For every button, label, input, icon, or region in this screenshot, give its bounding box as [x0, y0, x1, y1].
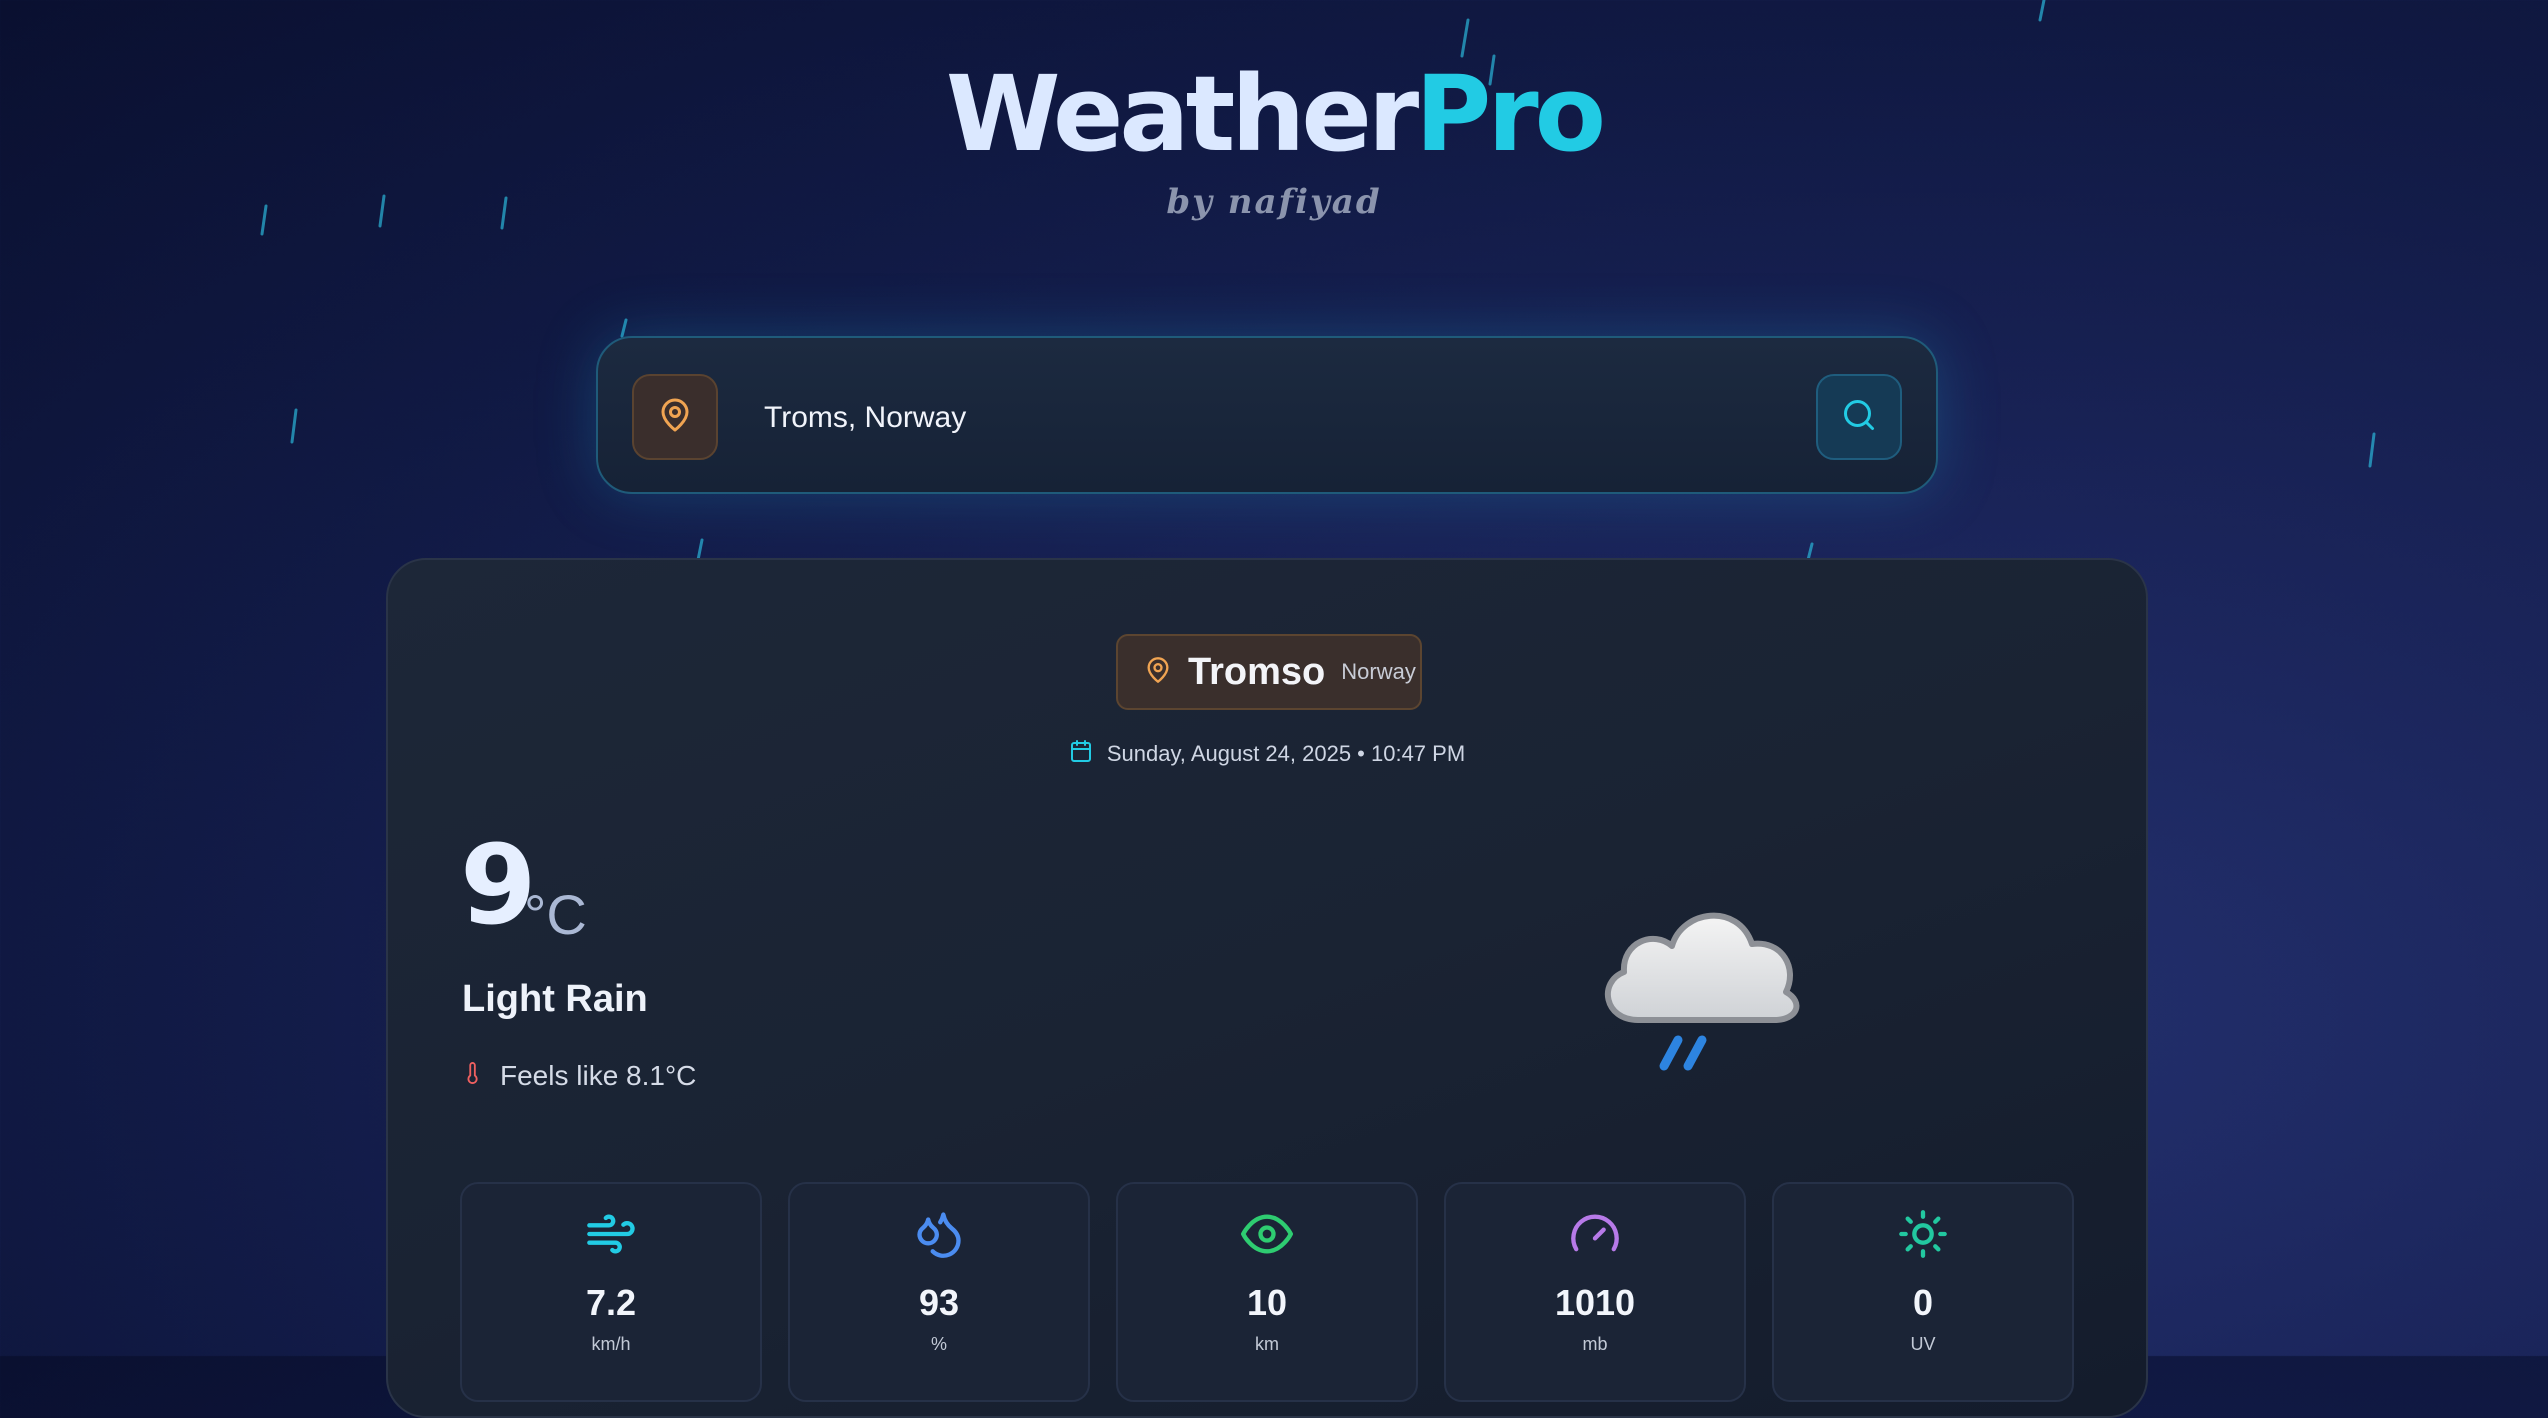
stat-value: 93: [918, 1282, 960, 1323]
date-row: Sunday, August 24, 2025 • 10:47 PM: [388, 734, 2146, 774]
stat-value: 10: [1246, 1282, 1288, 1323]
thermometer-icon: [462, 1057, 484, 1096]
gauge-icon: [1569, 1208, 1621, 1262]
date-time: Sunday, August 24, 2025 • 10:47 PM: [1106, 741, 1466, 766]
use-location-button[interactable]: [632, 374, 718, 460]
feels-like: Feels like 8.1°C: [462, 1054, 696, 1098]
stat-wind: 7.2 km/h: [460, 1182, 762, 1402]
eye-icon: [1241, 1208, 1293, 1262]
stat-pressure: 1010 mb: [1444, 1182, 1746, 1402]
app-title-part1: Weather: [945, 53, 1419, 175]
map-pin-icon: [1144, 656, 1172, 688]
search-bar: [596, 336, 1938, 494]
cloud-rain-icon: [1568, 880, 1828, 1100]
search-icon: [1841, 397, 1877, 437]
stats-grid: 7.2 km/h 93 % 10 km 1010 mb 0 UV: [460, 1182, 2076, 1402]
temperature-unit: °C: [524, 883, 587, 946]
app-title: WeatherPro: [0, 62, 2548, 166]
wind-icon: [585, 1208, 637, 1262]
weather-condition: Light Rain: [462, 978, 648, 1020]
sun-icon: [1897, 1208, 1949, 1262]
stat-humidity: 93 %: [788, 1182, 1090, 1402]
search-button[interactable]: [1816, 374, 1902, 460]
stat-value: 7.2: [585, 1282, 637, 1323]
stat-uv: 0 UV: [1772, 1182, 2074, 1402]
stat-unit: km/h: [591, 1334, 631, 1354]
weather-card: Tromso Norway Sunday, August 24, 2025 • …: [386, 558, 2148, 1418]
stat-unit: mb: [1582, 1334, 1608, 1354]
stat-unit: %: [930, 1334, 947, 1354]
stat-value: 1010: [1554, 1282, 1636, 1323]
search-input[interactable]: [762, 382, 1746, 454]
map-pin-icon: [657, 397, 693, 437]
stat-visibility: 10 km: [1116, 1182, 1418, 1402]
location-badge: Tromso Norway: [1116, 634, 1422, 710]
stat-unit: UV: [1910, 1334, 1936, 1354]
city-name: Tromso: [1188, 650, 1326, 693]
feels-like-text: Feels like 8.1°C: [500, 1060, 697, 1091]
country-name: Norway: [1341, 659, 1416, 684]
stat-value: 0: [1912, 1282, 1934, 1323]
droplets-icon: [913, 1208, 965, 1262]
calendar-icon: [1069, 739, 1093, 769]
app-byline: by nafiyad: [1166, 182, 1382, 222]
app-title-part2: Pro: [1415, 53, 1606, 175]
stat-unit: km: [1255, 1334, 1279, 1354]
